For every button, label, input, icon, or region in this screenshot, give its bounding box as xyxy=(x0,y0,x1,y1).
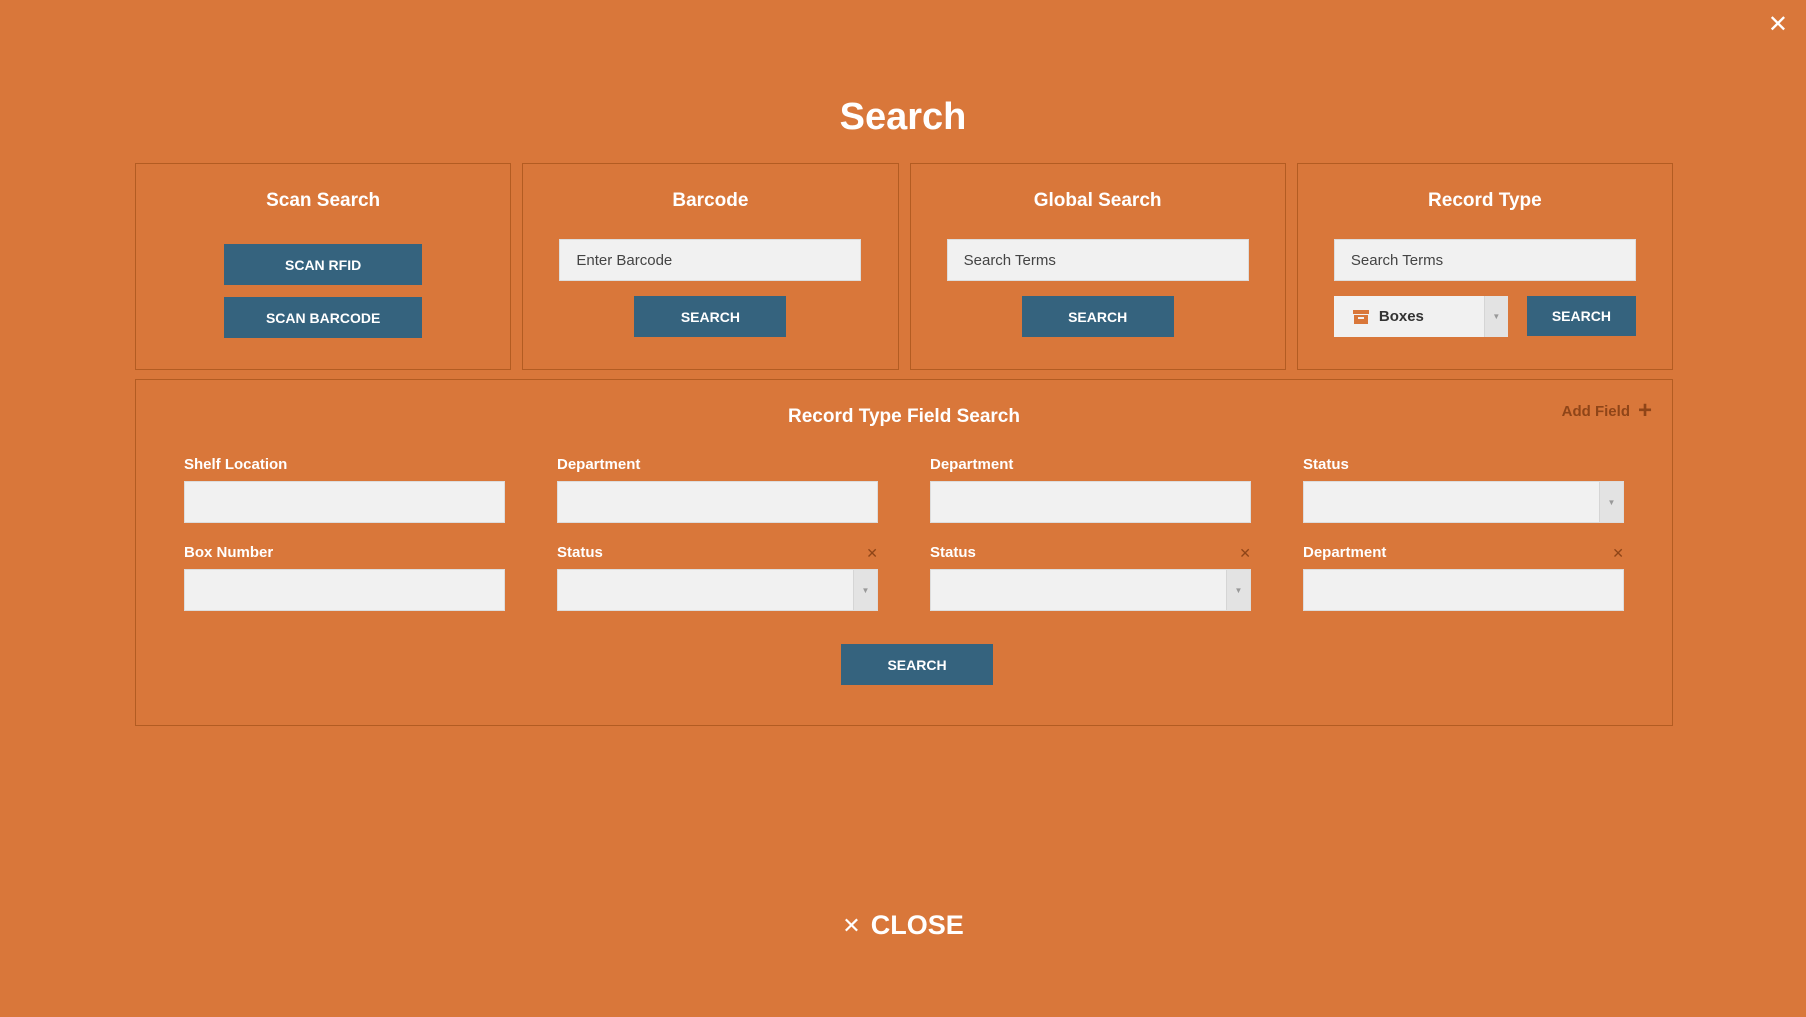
scan-barcode-button[interactable]: SCAN BARCODE xyxy=(224,297,423,338)
field-label: Status xyxy=(557,544,603,561)
field-status: Status ✕ ▼ xyxy=(930,544,1251,611)
record-type-select[interactable]: Boxes ▼ xyxy=(1333,296,1508,337)
status-select[interactable]: ▼ xyxy=(557,569,878,611)
record-type-field-search: Record Type Field Search Add Field + She… xyxy=(135,379,1673,726)
chevron-down-icon[interactable]: ▼ xyxy=(1483,296,1508,337)
field-label: Department xyxy=(1303,544,1387,561)
scan-rfid-button[interactable]: SCAN RFID xyxy=(224,244,423,285)
department-input[interactable] xyxy=(557,481,878,523)
field-label: Status xyxy=(1303,456,1349,473)
chevron-down-icon[interactable]: ▼ xyxy=(1599,482,1623,522)
plus-icon: + xyxy=(1637,397,1652,424)
close-icon: ✕ xyxy=(842,912,861,938)
page-title: Search xyxy=(839,96,967,138)
barcode-title: Barcode xyxy=(672,190,749,211)
status-select[interactable]: ▼ xyxy=(1303,481,1624,523)
global-search-title: Global Search xyxy=(1033,190,1162,211)
close-label: CLOSE xyxy=(870,910,964,940)
field-box-number: Box Number xyxy=(184,544,505,611)
box-icon xyxy=(1352,309,1369,324)
global-search-panel: Global Search SEARCH xyxy=(909,163,1286,370)
status-select[interactable]: ▼ xyxy=(930,569,1251,611)
field-department: Department ✕ xyxy=(1303,544,1624,611)
field-shelf-location: Shelf Location xyxy=(184,456,505,523)
close-button[interactable]: ✕ CLOSE xyxy=(0,910,1806,941)
field-search-button[interactable]: SEARCH xyxy=(841,644,993,685)
field-label: Shelf Location xyxy=(184,456,288,473)
search-panels: Scan Search SCAN RFID SCAN BARCODE Barco… xyxy=(135,163,1673,370)
barcode-input[interactable] xyxy=(559,239,862,281)
remove-field-icon[interactable]: ✕ xyxy=(866,545,878,562)
field-search-title: Record Type Field Search xyxy=(788,406,1020,427)
global-search-input[interactable] xyxy=(946,239,1249,281)
remove-field-icon[interactable]: ✕ xyxy=(1239,545,1251,562)
global-search-button[interactable]: SEARCH xyxy=(1021,296,1174,337)
field-label: Box Number xyxy=(184,544,274,561)
field-label: Status xyxy=(930,544,976,561)
close-icon[interactable]: ✕ xyxy=(1768,10,1788,40)
box-number-input[interactable] xyxy=(184,569,505,611)
scan-search-title: Scan Search xyxy=(266,190,381,211)
chevron-down-icon[interactable]: ▼ xyxy=(853,570,877,610)
remove-field-icon[interactable]: ✕ xyxy=(1612,545,1624,562)
field-status: Status ✕ ▼ xyxy=(557,544,878,611)
field-department: Department xyxy=(930,456,1251,523)
department-input[interactable] xyxy=(1303,569,1624,611)
record-type-selected-label: Boxes xyxy=(1378,308,1424,325)
barcode-search-button[interactable]: SEARCH xyxy=(634,296,787,337)
record-type-search-input[interactable] xyxy=(1333,239,1636,281)
field-label: Department xyxy=(930,456,1014,473)
scan-search-panel: Scan Search SCAN RFID SCAN BARCODE xyxy=(135,163,512,370)
shelf-location-input[interactable] xyxy=(184,481,505,523)
department-input[interactable] xyxy=(930,481,1251,523)
field-department: Department xyxy=(557,456,878,523)
add-field-label: Add Field xyxy=(1561,402,1630,420)
field-status: Status ▼ xyxy=(1303,456,1624,523)
field-label: Department xyxy=(557,456,641,473)
record-type-search-button[interactable]: SEARCH xyxy=(1526,296,1636,336)
add-field-button[interactable]: Add Field + xyxy=(1561,397,1652,424)
record-type-controls: Boxes ▼ SEARCH xyxy=(1333,296,1636,337)
barcode-panel: Barcode SEARCH xyxy=(522,163,899,370)
record-type-panel: Record Type Boxes ▼ SEARCH xyxy=(1296,163,1673,370)
record-type-title: Record Type xyxy=(1428,190,1542,211)
chevron-down-icon[interactable]: ▼ xyxy=(1226,570,1250,610)
